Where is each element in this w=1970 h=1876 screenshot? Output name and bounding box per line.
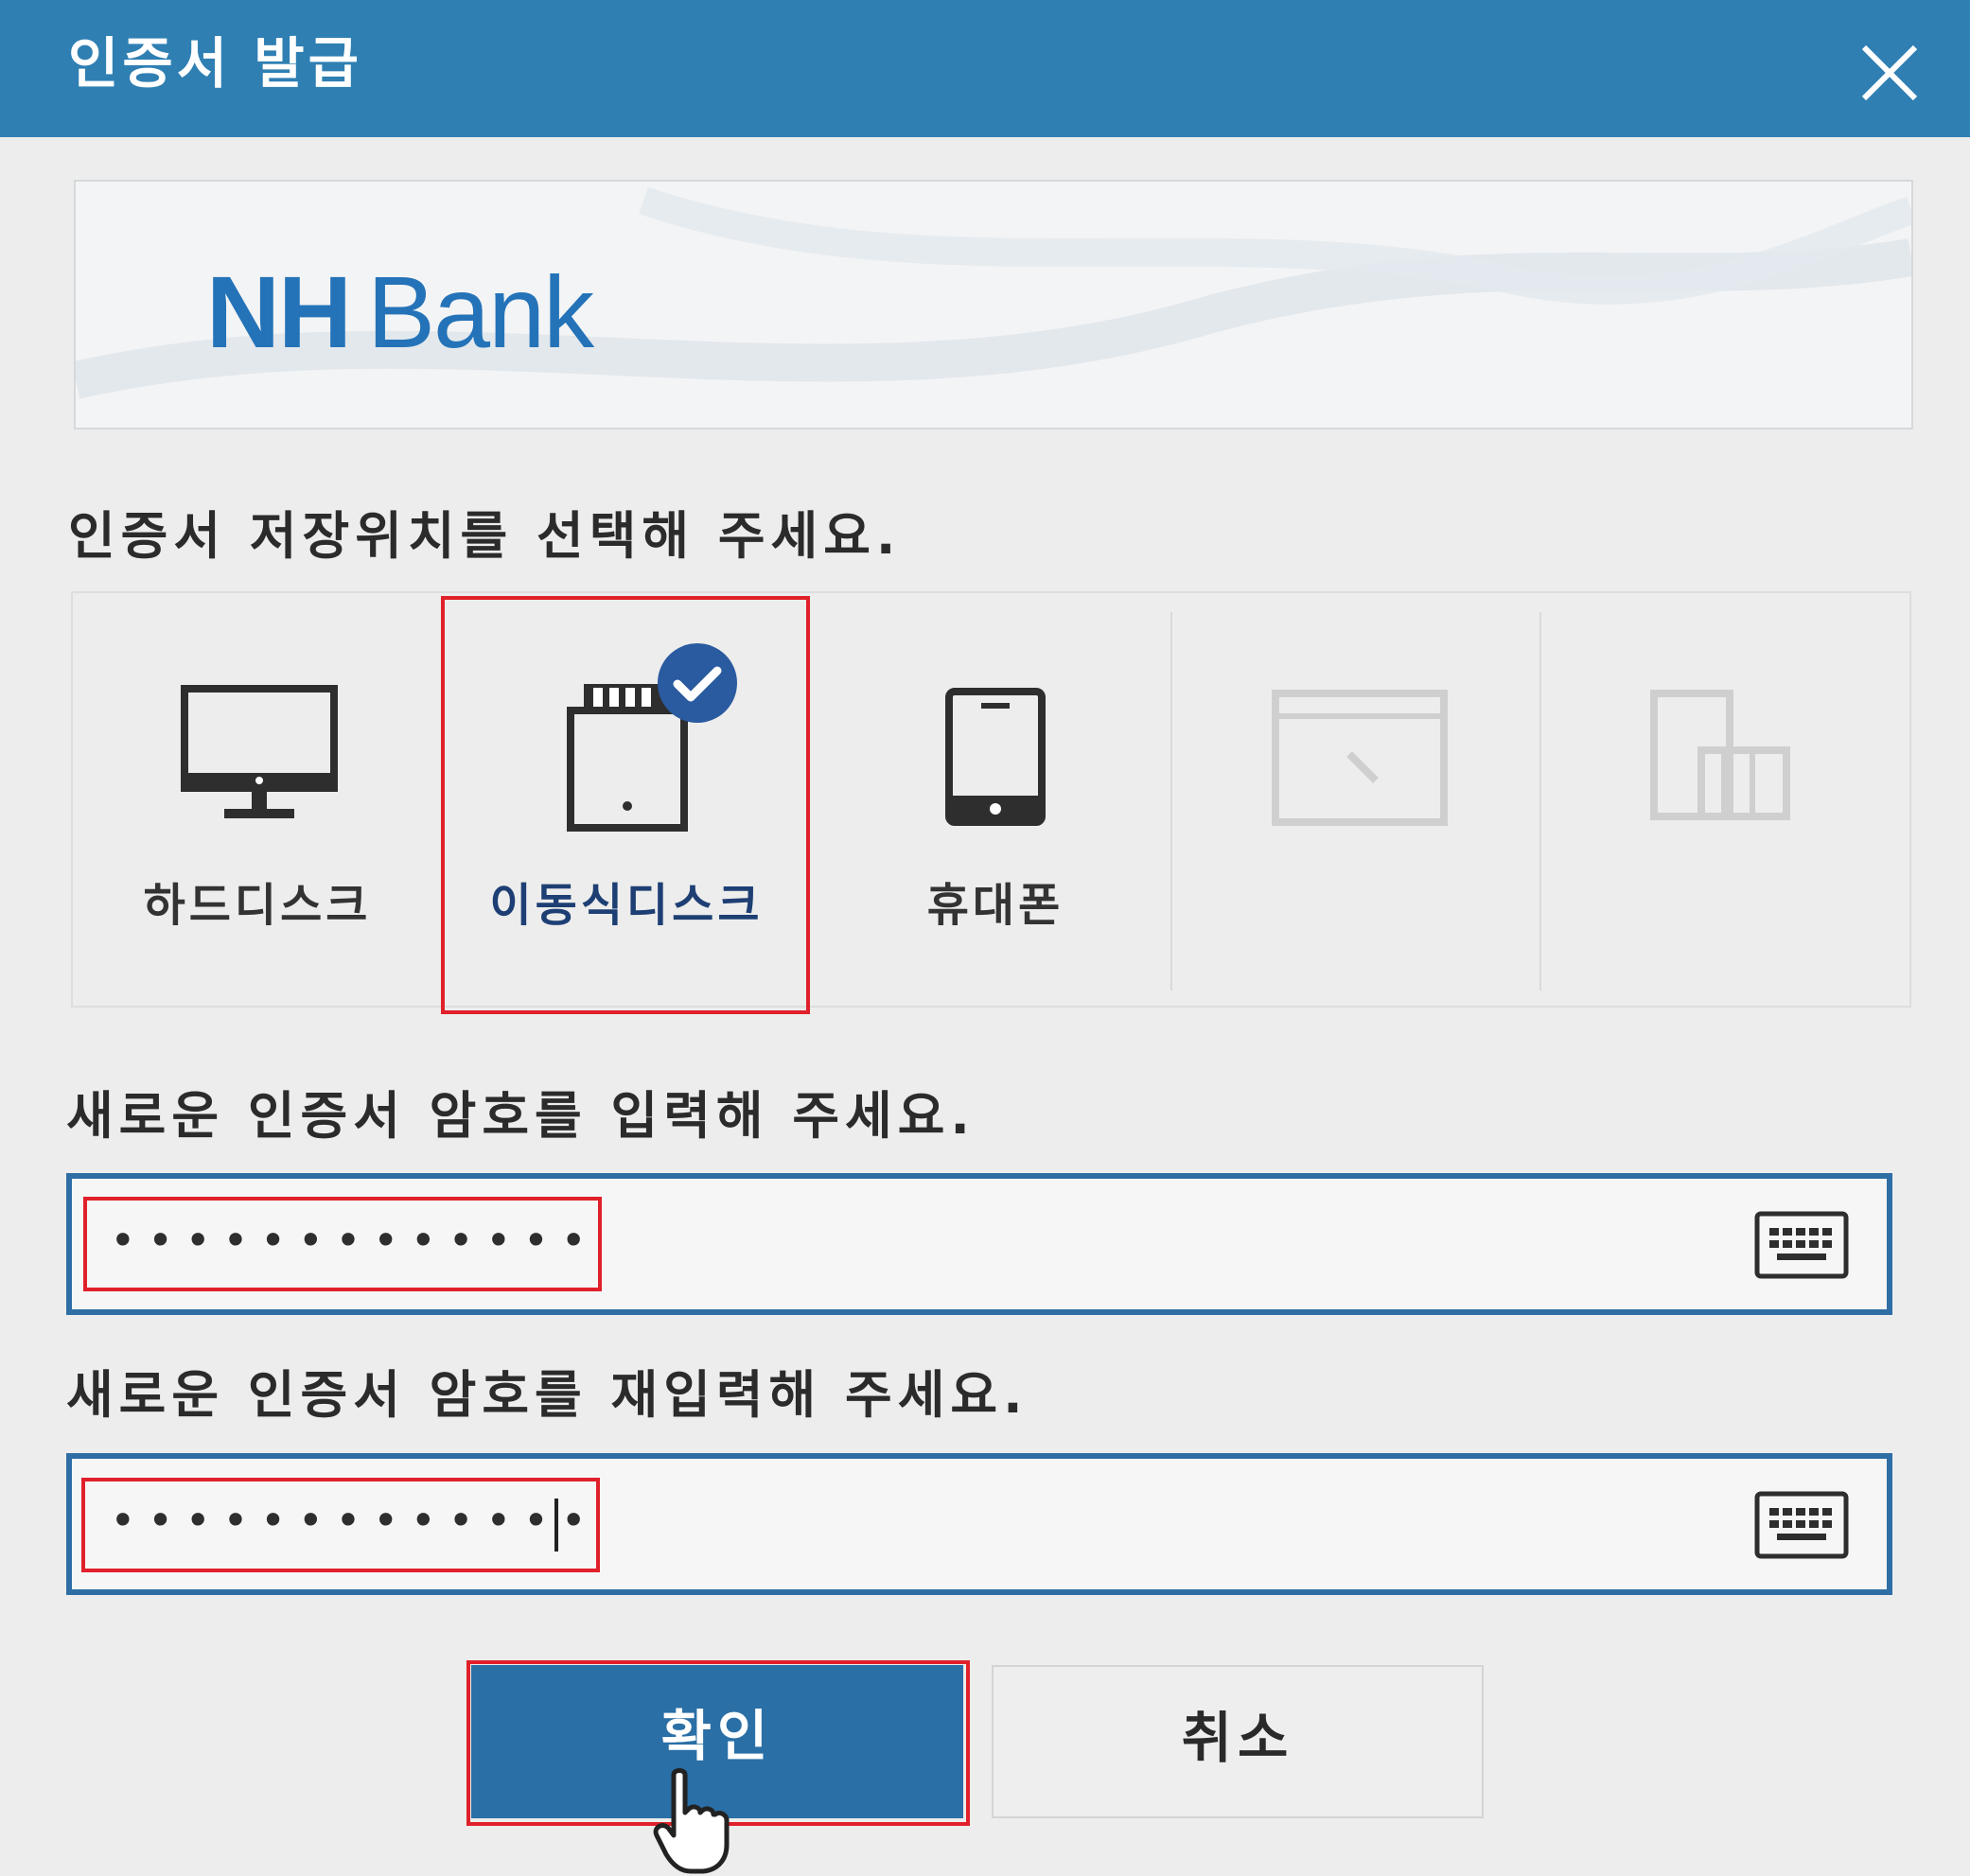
password-input[interactable]: ••••••••••••• <box>66 1173 1892 1315</box>
storage-option-phone[interactable]: 휴대폰 <box>811 593 1180 1006</box>
password-confirm-masked-value: ••••••••••••• <box>110 1495 599 1546</box>
logo-nh: NH <box>206 254 352 369</box>
option-divider <box>1539 612 1541 991</box>
selected-check-icon <box>658 643 737 723</box>
storage-options: 하드디스크 이동식디스크 휴대폰 <box>71 591 1911 1008</box>
storage-option-disabled-1 <box>1175 593 1544 1006</box>
window-title: 인증서 발급 <box>68 31 362 96</box>
password-confirm-input[interactable]: ••••••••••••• <box>66 1453 1892 1595</box>
password-confirm-prompt: 새로운 인증서 암호를 재입력해 주세요. <box>66 1365 1029 1425</box>
cancel-button[interactable]: 취소 <box>992 1665 1484 1818</box>
hand-cursor-icon <box>653 1768 730 1874</box>
title-bar: 인증서 발급 <box>0 0 1970 137</box>
monitor-icon <box>181 685 338 818</box>
virtual-keyboard-icon[interactable] <box>1754 1211 1849 1279</box>
password-prompt: 새로운 인증서 암호를 입력해 주세요. <box>66 1086 976 1146</box>
close-icon[interactable] <box>1855 38 1925 108</box>
option-divider <box>1170 612 1172 991</box>
browser-window-icon <box>1272 690 1448 826</box>
smart-devices-icon <box>1650 690 1790 820</box>
storage-option-label: 이동식디스크 <box>489 879 764 932</box>
storage-option-removable-disk[interactable]: 이동식디스크 <box>442 593 811 1006</box>
storage-option-label: 하드디스크 <box>143 879 372 932</box>
logo-bank: Bank <box>367 254 594 369</box>
bank-banner: NH Bank <box>74 180 1913 430</box>
virtual-keyboard-icon[interactable] <box>1754 1491 1849 1559</box>
storage-prompt: 인증서 저장위치를 선택해 주세요. <box>68 506 902 566</box>
storage-option-disabled-2 <box>1544 593 1908 1006</box>
storage-option-harddisk[interactable]: 하드디스크 <box>73 593 442 1006</box>
password-masked-value: ••••••••••••• <box>110 1215 599 1266</box>
nh-bank-logo: NH Bank <box>206 253 594 371</box>
text-caret <box>554 1499 558 1552</box>
storage-option-label: 휴대폰 <box>926 879 1064 932</box>
phone-icon <box>945 688 1046 826</box>
